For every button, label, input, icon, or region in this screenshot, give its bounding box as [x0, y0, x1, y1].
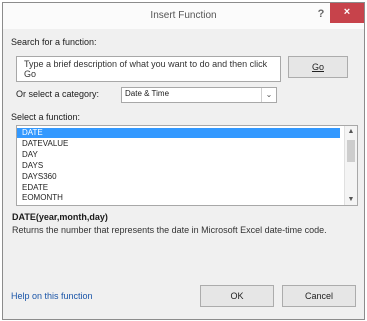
search-label: Search for a function:	[11, 37, 97, 47]
list-item-datevalue[interactable]: DATEVALUE	[17, 139, 340, 149]
list-item-days[interactable]: DAYS	[17, 161, 340, 171]
dialog-title: Insert Function	[150, 10, 217, 21]
function-list-scrollbar[interactable]: ▲ ▼	[344, 126, 357, 205]
list-item-eomonth[interactable]: EOMONTH	[17, 193, 340, 203]
scrollbar-thumb[interactable]	[347, 140, 355, 162]
chevron-down-icon[interactable]: ⌄	[261, 88, 276, 102]
scroll-down-icon[interactable]: ▼	[345, 196, 357, 203]
go-button[interactable]: Go	[288, 56, 348, 78]
title-bar[interactable]: Insert Function ? ×	[3, 3, 364, 29]
function-description: Returns the number that represents the d…	[12, 225, 327, 235]
list-item-edate[interactable]: EDATE	[17, 183, 340, 193]
help-icon[interactable]: ?	[314, 8, 328, 22]
search-input-text: Type a brief description of what you wan…	[24, 59, 268, 79]
help-on-function-link[interactable]: Help on this function	[11, 291, 93, 301]
category-label: Or select a category:	[16, 89, 100, 99]
close-icon: ×	[343, 6, 351, 18]
function-list[interactable]: DATE DATEVALUE DAY DAYS DAYS360 EDATE EO…	[16, 125, 358, 206]
list-item-days360[interactable]: DAYS360	[17, 172, 340, 182]
function-syntax: DATE(year,month,day)	[12, 212, 108, 222]
insert-function-dialog: Insert Function ? × Search for a functio…	[2, 2, 365, 320]
function-list-label: Select a function:	[11, 112, 81, 122]
category-value: Date & Time	[125, 89, 170, 98]
scroll-up-icon[interactable]: ▲	[345, 128, 357, 135]
close-button[interactable]: ×	[330, 3, 364, 23]
list-item-day[interactable]: DAY	[17, 150, 340, 160]
search-input[interactable]: Type a brief description of what you wan…	[16, 56, 281, 82]
ok-button[interactable]: OK	[200, 285, 274, 307]
cancel-button[interactable]: Cancel	[282, 285, 356, 307]
category-select[interactable]: Date & Time ⌄	[121, 87, 277, 103]
list-item-date[interactable]: DATE	[17, 128, 340, 138]
